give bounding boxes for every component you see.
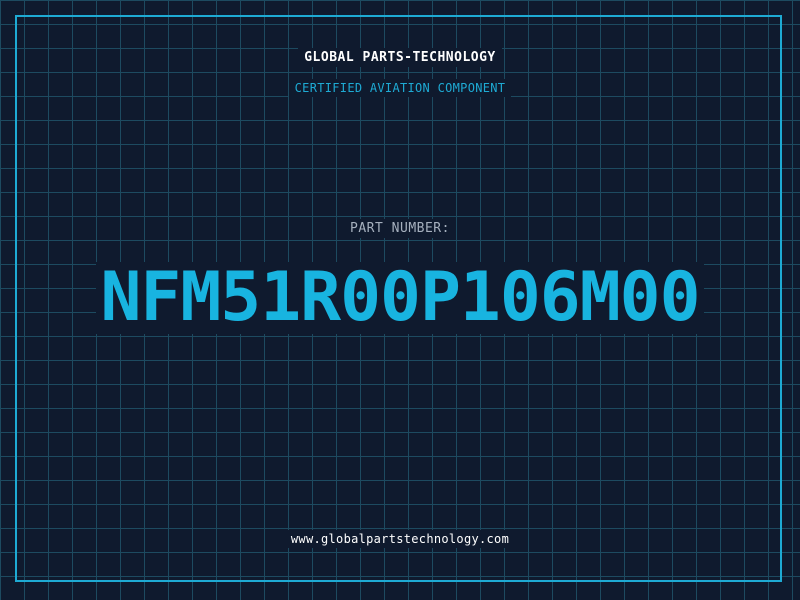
- part-number-label: PART NUMBER:: [0, 219, 800, 238]
- part-number-value-text: NFM51R00P106M00: [96, 262, 704, 334]
- company-name: GLOBAL PARTS-TECHNOLOGY: [0, 48, 800, 67]
- certification-subtitle: CERTIFIED AVIATION COMPONENT: [0, 79, 800, 97]
- part-number-label-text: PART NUMBER:: [344, 219, 456, 238]
- part-number-value: NFM51R00P106M00: [0, 262, 800, 334]
- website-url-text: www.globalpartstechnology.com: [284, 530, 516, 548]
- certification-subtitle-text: CERTIFIED AVIATION COMPONENT: [288, 79, 512, 97]
- website-url: www.globalpartstechnology.com: [0, 530, 800, 548]
- company-name-text: GLOBAL PARTS-TECHNOLOGY: [298, 48, 502, 67]
- part-label-card: GLOBAL PARTS-TECHNOLOGY CERTIFIED AVIATI…: [0, 0, 800, 600]
